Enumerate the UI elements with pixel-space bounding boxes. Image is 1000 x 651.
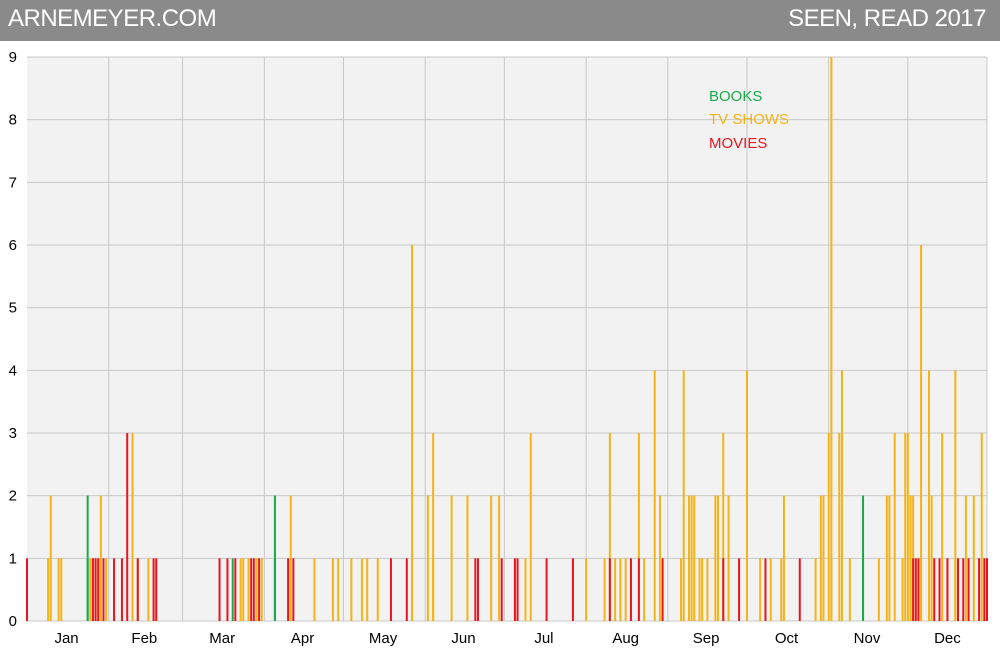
site-brand[interactable]: ARNEMEYER.COM [8,5,217,33]
x-tick-label: Aug [612,630,639,647]
y-tick-label: 5 [9,300,17,317]
x-tick-label: Jan [54,630,78,647]
y-tick-label: 6 [9,237,17,254]
activity-chart: 0 1 2 3 4 5 6 7 8 9 Jan Feb Mar Apr May Jun Jul Aug Sep Oct… [0,41,1000,651]
y-tick-label: 8 [9,112,17,129]
legend-entry-movies: MOVIES [709,135,767,152]
x-tick-label: Oct [775,630,799,647]
legend-entry-books: BOOKS [709,88,762,105]
site-header: ARNEMEYER.COM SEEN, READ 2017 [0,0,1000,41]
legend-entry-tv-shows: TV SHOWS [709,111,789,128]
y-tick-label: 9 [9,49,17,66]
x-tick-label: Dec [934,630,961,647]
y-tick-label: 2 [9,488,17,505]
y-tick-label: 1 [9,550,17,567]
x-tick-label: Jun [451,630,475,647]
plot-background [27,57,987,621]
x-tick-label: Sep [693,630,720,647]
chart-title: SEEN, READ 2017 [788,5,986,32]
x-tick-label: Jul [534,630,553,647]
y-tick-label: 4 [9,362,17,379]
x-tick-label: Feb [131,630,157,647]
y-tick-label: 0 [9,613,17,630]
x-tick-label: Nov [854,630,881,647]
x-tick-label: Mar [209,630,235,647]
y-tick-label: 3 [9,425,17,442]
x-tick-label: May [369,630,398,647]
x-tick-label: Apr [291,630,314,647]
y-tick-label: 7 [9,174,17,191]
